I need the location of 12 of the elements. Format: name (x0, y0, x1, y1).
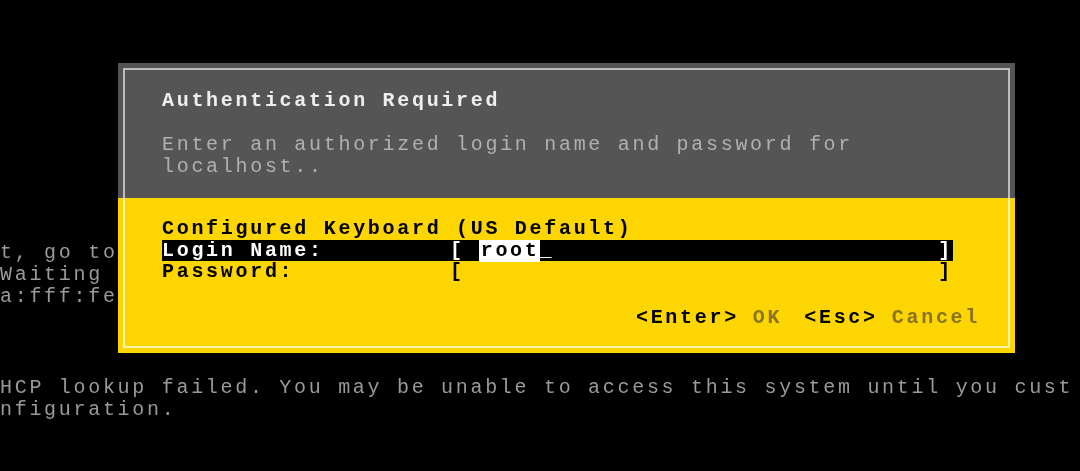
dialog-message: Enter an authorized login name and password for (162, 134, 853, 156)
console-text: Waiting (0, 264, 103, 286)
console-text: nfiguration. (0, 399, 177, 421)
login-field[interactable]: Password: [ ] (162, 261, 953, 282)
console-text: a:fff:fe (0, 286, 118, 308)
console-text: t, go to (0, 242, 118, 264)
keyboard-label: Configured Keyboard (US Default) (162, 218, 633, 240)
dialog-action[interactable]: <Enter> OK (635, 307, 783, 329)
console-text: HCP lookup failed. You may be unable to access this system until you cust (0, 377, 1074, 399)
dialog-title: Authentication Required (162, 90, 501, 112)
dialog-action[interactable]: <Esc> Cancel (804, 307, 980, 329)
dialog-message: localhost.. (162, 156, 324, 178)
